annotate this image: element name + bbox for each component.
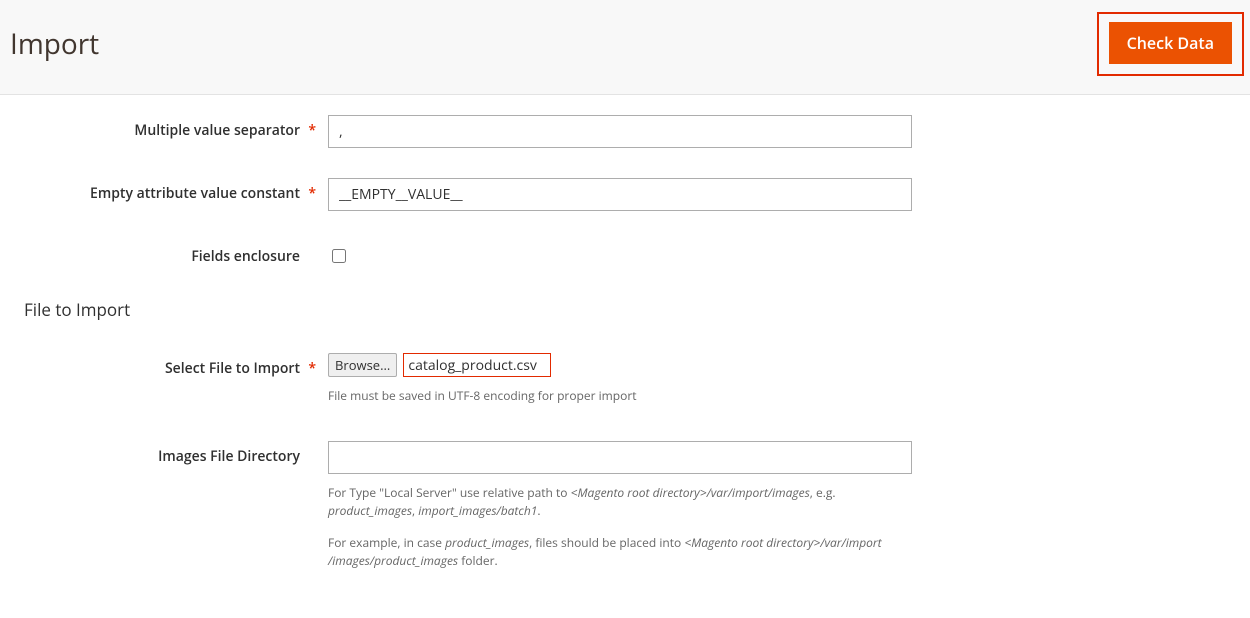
selected-filename: catalog_product.csv: [403, 353, 551, 377]
row-empty-attribute-value-constant: Empty attribute value constant *: [28, 178, 1240, 211]
row-multiple-value-separator: Multiple value separator *: [28, 115, 1240, 148]
check-data-button[interactable]: Check Data: [1109, 22, 1232, 64]
required-asterisk: *: [308, 184, 316, 203]
form-content: Multiple value separator * Empty attribu…: [0, 95, 1250, 618]
hint-text: .: [537, 502, 540, 519]
input-empty-attribute-value-constant[interactable]: [328, 178, 912, 211]
page-title: Import: [10, 25, 99, 63]
label-images-file-directory: Images File Directory: [28, 441, 328, 466]
hint-em: <Magento root directory>/var/import: [684, 534, 881, 551]
hint-text: folder.: [458, 552, 498, 569]
section-title-file-to-import: File to Import: [24, 298, 1240, 321]
row-select-file: Select File to Import * Browse... catalo…: [28, 353, 1240, 405]
input-multiple-value-separator[interactable]: [328, 115, 912, 148]
label-text: Empty attribute value constant: [90, 184, 300, 203]
label-multiple-value-separator: Multiple value separator *: [28, 115, 328, 140]
input-images-file-directory[interactable]: [328, 441, 912, 474]
label-text: Images File Directory: [158, 447, 300, 466]
hint-em: import_images/batch1: [418, 502, 537, 519]
label-text: Multiple value separator: [134, 121, 300, 140]
label-fields-enclosure: Fields enclosure: [28, 241, 328, 266]
label-text: Select File to Import: [165, 359, 300, 378]
label-select-file: Select File to Import *: [28, 353, 328, 378]
label-text: Fields enclosure: [191, 247, 300, 266]
page-header: Import Check Data: [0, 0, 1250, 95]
hint-em: <Magento root directory>/var/import/imag…: [571, 484, 810, 501]
hint-text: , files should be placed into: [529, 534, 684, 551]
hint-em: product_images: [445, 534, 529, 551]
checkbox-fields-enclosure[interactable]: [332, 249, 346, 263]
row-images-file-directory: Images File Directory For Type "Local Se…: [28, 441, 1240, 570]
hint-select-file: File must be saved in UTF-8 encoding for…: [328, 387, 637, 405]
required-asterisk: *: [308, 121, 316, 140]
hint-images-dir-2: For example, in case product_images, fil…: [328, 534, 912, 570]
hint-em: /images/product_images: [328, 552, 458, 569]
hint-text: For example, in case: [328, 534, 445, 551]
required-asterisk: *: [308, 359, 316, 378]
check-data-highlight: Check Data: [1097, 12, 1244, 76]
row-fields-enclosure: Fields enclosure: [28, 241, 1240, 268]
browse-button[interactable]: Browse...: [328, 353, 397, 377]
hint-images-dir-1: For Type "Local Server" use relative pat…: [328, 484, 912, 520]
hint-text: , e.g.: [810, 484, 836, 501]
hint-text: For Type "Local Server" use relative pat…: [328, 484, 571, 501]
label-empty-attribute-value-constant: Empty attribute value constant *: [28, 178, 328, 203]
hint-em: product_images: [328, 502, 412, 519]
